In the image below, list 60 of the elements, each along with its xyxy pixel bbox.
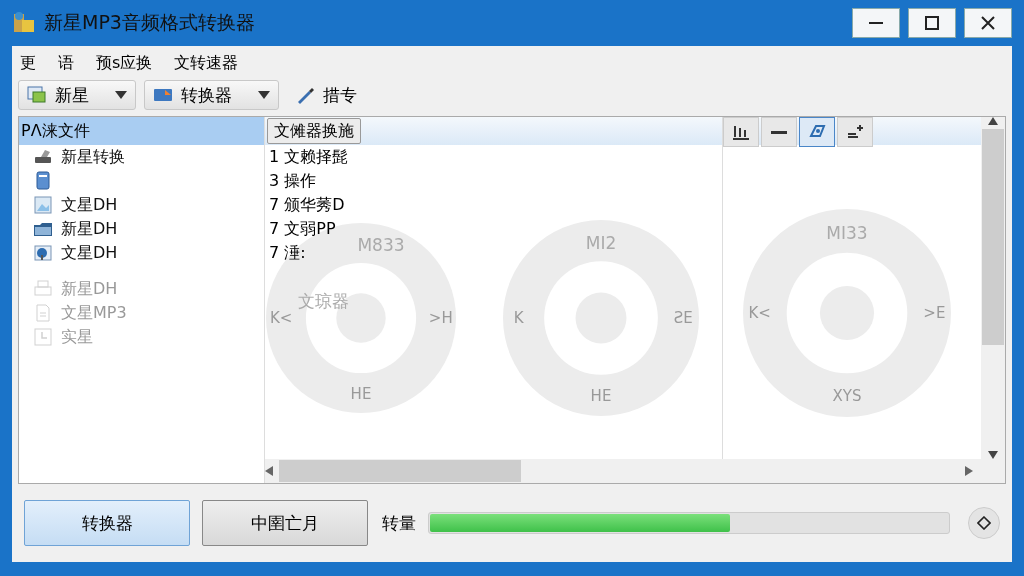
action-button[interactable]: 中圉亡月 <box>202 500 368 546</box>
sidebar-item[interactable]: 文星DH <box>61 194 118 216</box>
dropdown-button[interactable]: 转换器 <box>144 80 279 110</box>
wheel-label: K <box>513 309 524 327</box>
menu-item[interactable]: 更 <box>20 52 36 74</box>
horizontal-scrollbar[interactable] <box>265 459 1005 483</box>
toolbar-button[interactable]: 措专 <box>287 80 365 110</box>
menu-item[interactable]: 文转速器 <box>174 52 239 74</box>
sidebar-item[interactable]: 文星DH <box>61 242 118 264</box>
list-row[interactable]: 3 操作 <box>269 169 317 193</box>
round-button[interactable] <box>968 507 1000 539</box>
tool-button[interactable] <box>723 117 759 147</box>
action-button[interactable]: 转换器 <box>24 500 190 546</box>
window-icon <box>27 85 47 105</box>
close-icon <box>980 15 996 31</box>
sidebar-item: 新星DH <box>61 278 118 300</box>
sidebar-item: 文星MP3 <box>61 302 127 324</box>
vertical-scrollbar[interactable] <box>981 117 1005 459</box>
diamond-icon <box>977 516 991 530</box>
wheel-label: MI2 <box>585 232 617 253</box>
wheel-label: >E <box>923 304 946 322</box>
wheel-label: MI33 <box>826 222 868 243</box>
minimize-icon <box>869 22 883 24</box>
wheel-label: 文琼器 <box>297 289 349 313</box>
wheel-label: M833 <box>357 234 405 255</box>
window-title: 新星MP3音频格式转换器 <box>44 10 255 35</box>
list-row[interactable]: 1 文赖择髭 <box>269 145 349 169</box>
wheel-label: K< <box>748 304 771 322</box>
tool-button[interactable] <box>799 117 835 147</box>
dropdown-button[interactable]: 新星 <box>18 80 136 110</box>
column-header[interactable]: 文傩器换施 <box>267 118 361 144</box>
caret-icon <box>258 91 270 99</box>
sidebar-item[interactable]: 新星DH <box>61 218 118 240</box>
list-row[interactable]: 7 文弱PP <box>269 217 336 241</box>
sidebar-header[interactable]: PΛ涞文件 <box>19 117 264 145</box>
scroll-left-icon <box>265 466 273 476</box>
sidebar-item[interactable]: 新星转换 <box>61 146 125 168</box>
scroll-thumb[interactable] <box>982 129 1004 345</box>
minus-icon <box>771 130 787 134</box>
scroll-right-icon <box>965 466 973 476</box>
maximize-icon <box>924 15 940 31</box>
progress-label: 转量 <box>382 511 416 535</box>
menu-item[interactable]: 语 <box>58 52 74 74</box>
wheel-label: HE <box>350 385 372 403</box>
scroll-up-icon <box>988 117 998 125</box>
tool-button[interactable] <box>837 117 873 147</box>
wheel-label: ƧE <box>673 309 693 327</box>
wheel-label: >H <box>428 309 453 327</box>
scroll-thumb[interactable] <box>279 460 521 482</box>
caret-icon <box>115 91 127 99</box>
close-button[interactable] <box>964 8 1012 38</box>
wheel-label: HE <box>590 387 612 406</box>
wheel-label: K< <box>270 309 293 327</box>
list-row[interactable]: 7 涶: <box>269 241 306 265</box>
wheel-label: XYS <box>832 387 862 406</box>
list-row[interactable]: 7 颁华莠D <box>269 193 345 217</box>
sidebar-item: 实星 <box>61 326 93 348</box>
menu-item[interactable]: 预s应换 <box>96 52 153 74</box>
maximize-button[interactable] <box>908 8 956 38</box>
tool-button[interactable] <box>761 117 797 147</box>
